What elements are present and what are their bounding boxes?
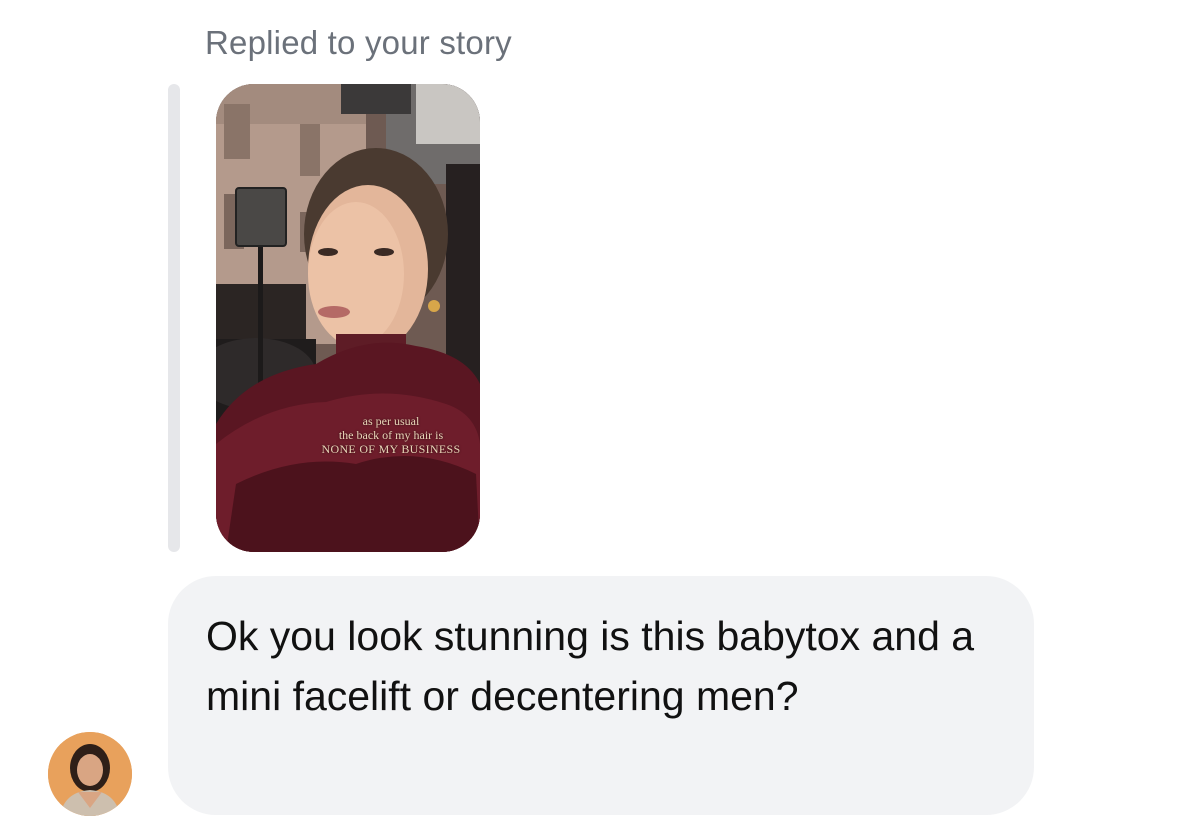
story-preview[interactable]: as per usual the back of my hair is NONE… [216,84,480,552]
sender-avatar[interactable] [48,732,132,816]
replied-to-story-label: Replied to your story [205,24,512,61]
quote-bar [168,84,180,552]
profile-photo-icon [48,732,132,816]
message-bubble[interactable]: Ok you look stunning is this babytox and… [168,576,1034,815]
dm-thread: Replied to your story as per usual the b… [0,0,1179,838]
story-caption-line-3: NONE OF MY BUSINESS [321,442,461,456]
story-caption-line-1: as per usual [362,414,420,428]
story-caption-line-2: the back of my hair is [338,428,444,442]
message-text: Ok you look stunning is this babytox and… [206,613,975,719]
story-photo [216,84,480,552]
story-caption: as per usual the back of my hair is NONE… [216,414,480,456]
